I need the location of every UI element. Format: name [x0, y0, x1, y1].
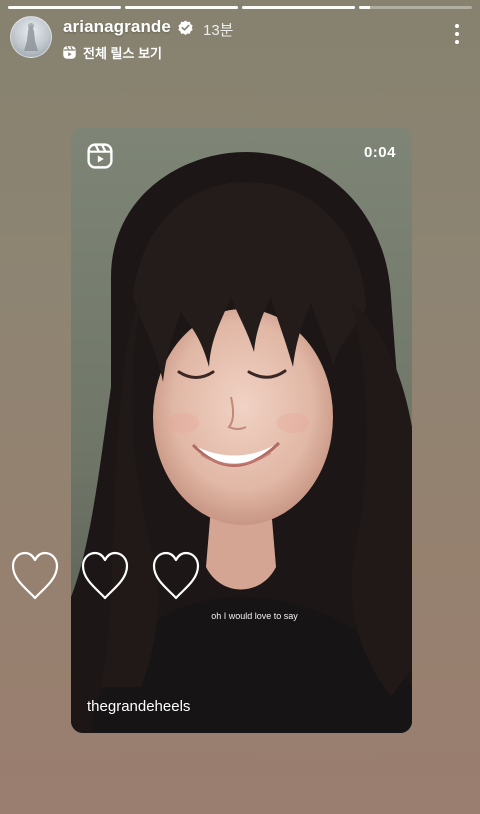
verified-badge-icon — [178, 20, 193, 35]
heart-outline-icon[interactable] — [10, 550, 60, 602]
progress-segment-3 — [242, 6, 355, 9]
heart-outline-icon[interactable] — [151, 550, 201, 602]
reels-icon — [87, 143, 113, 169]
post-time: 13분 — [203, 22, 234, 39]
view-all-reels-link[interactable]: 전체 릴스 보기 — [62, 43, 162, 61]
reel-caption: oh I would love to say — [211, 611, 298, 621]
view-all-reels-label: 전체 릴스 보기 — [83, 45, 162, 61]
reel-preview-card[interactable]: 0:04 oh I would love to say thegrandehee… — [71, 127, 412, 733]
progress-segment-2 — [125, 6, 238, 9]
story-progress — [8, 6, 472, 9]
progress-segment-4 — [359, 6, 472, 9]
more-vertical-icon[interactable] — [454, 24, 460, 46]
username[interactable]: arianagrande — [63, 17, 171, 37]
reels-icon — [63, 45, 76, 59]
reel-duration: 0:04 — [363, 144, 396, 161]
reel-author-handle[interactable]: thegrandeheels — [87, 698, 190, 715]
reel-thumbnail-image — [71, 127, 412, 733]
progress-segment-1 — [8, 6, 121, 9]
avatar[interactable] — [10, 16, 52, 58]
story-header: arianagrande 13분 전체 릴스 보기 — [10, 16, 470, 64]
heart-outline-icon[interactable] — [80, 550, 130, 602]
